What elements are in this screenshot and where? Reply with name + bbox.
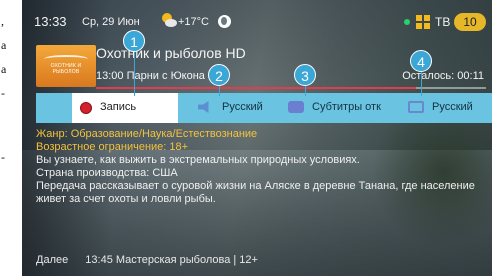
country: Страна производства: США: [36, 167, 178, 179]
description-line: Вы узнаете, как выжить в экстремальных п…: [36, 154, 360, 166]
next-title: Мастерская рыболова | 12+: [115, 254, 258, 266]
audio-icon: [198, 101, 209, 113]
program-progress-bar: [96, 87, 486, 89]
subtitles-icon: [288, 101, 304, 113]
channel-number-badge: 10: [454, 13, 486, 31]
description-line: живет за счет охоты и ловли рыбы.: [36, 193, 216, 205]
callout-marker-3: 3: [294, 64, 316, 86]
callout-marker-4: 4: [410, 50, 432, 72]
record-label: Запись: [100, 101, 137, 113]
subtitles-button[interactable]: Субтитры отк: [312, 101, 381, 113]
time-remaining: Осталось: 00:11: [402, 70, 484, 82]
age-rating: Возрастное ограничение: 18+: [36, 141, 189, 153]
doc-fragment: -: [1, 150, 5, 164]
channel-logo: ОХОТНИК И РЫБОЛОВ: [36, 45, 96, 87]
date: Ср, 29 Июн: [82, 16, 140, 28]
doc-fragment: -: [1, 86, 5, 100]
current-program: 13:00 Парни с Юкона: [96, 70, 205, 82]
callout-marker-1: 1: [123, 30, 145, 52]
description-line: Передача рассказывает о суровой жизни на…: [36, 180, 475, 192]
program-description: Жанр: Образование/Наука/Естествознание В…: [36, 128, 486, 206]
doc-fragment: а: [1, 62, 7, 76]
program-progress-fill: [96, 87, 416, 89]
status-bar: 13:33 Ср, 29 Июн +17°C ТВ 10: [22, 10, 492, 34]
document-margin: , а а - -: [0, 0, 22, 276]
record-icon: [80, 102, 92, 114]
clock: 13:33: [34, 14, 67, 29]
doc-fragment: а: [1, 38, 7, 52]
logo-swoosh-icon: [44, 55, 88, 63]
program-name: Парни с Юкона: [126, 70, 205, 82]
doc-fragment: ,: [1, 14, 4, 28]
language-button[interactable]: Русский: [432, 101, 473, 113]
channel-title: Охотник и рыболов HD: [96, 45, 246, 61]
program-time: 13:00: [96, 70, 124, 82]
audio-track-button[interactable]: Русский: [222, 101, 263, 113]
temperature: +17°C: [178, 16, 210, 28]
globe-icon: [218, 15, 231, 28]
next-program: Далее 13:45 Мастерская рыболова | 12+: [36, 254, 258, 266]
teletext-icon: [408, 101, 424, 113]
logo-text: ОХОТНИК И РЫБОЛОВ: [50, 63, 82, 75]
next-time: 13:45: [85, 254, 113, 266]
options-bar: Запись Русский Субтитры отк Русский: [36, 93, 492, 123]
next-label: Далее: [36, 254, 69, 266]
connection-status-icon: [404, 19, 410, 25]
record-button[interactable]: Запись: [72, 93, 178, 123]
weather-icon: [162, 13, 177, 27]
genre: Жанр: Образование/Наука/Естествознание: [36, 128, 258, 140]
tv-screen: 13:33 Ср, 29 Июн +17°C ТВ 10 ОХОТНИК И Р…: [22, 0, 492, 276]
tv-mode-label: ТВ: [435, 15, 451, 29]
menu-grid-icon[interactable]: [416, 15, 430, 29]
callout-marker-2: 2: [208, 64, 230, 86]
